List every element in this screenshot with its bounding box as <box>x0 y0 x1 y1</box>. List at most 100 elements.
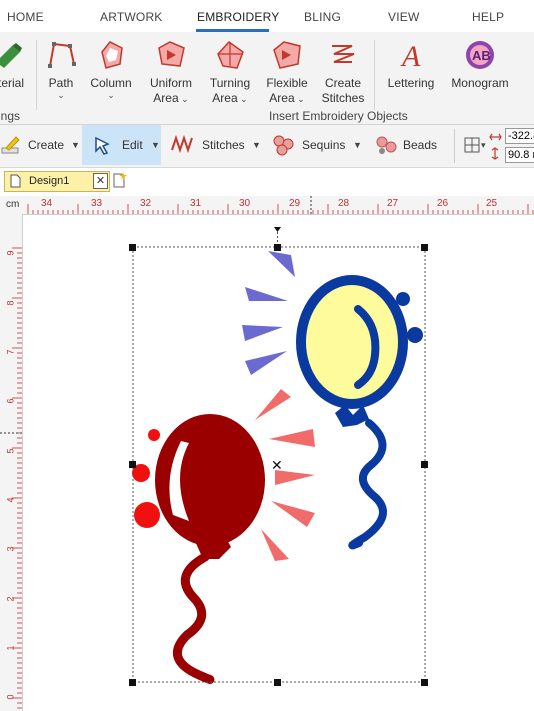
edit-tool[interactable]: Edit ▼ <box>82 125 161 165</box>
pink-ray <box>261 529 289 561</box>
pink-ray <box>271 501 315 527</box>
selection-handle-bottom[interactable] <box>274 679 281 686</box>
ribbon-separator <box>374 40 375 110</box>
uniform-area-button[interactable]: Uniform Area ⌄ <box>146 38 196 107</box>
lettering-icon: A <box>400 40 421 72</box>
menu-bling[interactable]: BLING <box>304 10 341 24</box>
design-canvas[interactable]: ✕ <box>23 215 534 711</box>
sequins-tool[interactable]: Sequins ▼ <box>268 125 364 165</box>
horizontal-ruler: cm 34 33 32 31 30 29 28 27 26 25 <box>0 196 534 215</box>
red-dot <box>134 502 160 528</box>
insert-embroidery-group-label: Insert Embroidery Objects <box>269 109 408 123</box>
stitches-dropdown-arrow[interactable]: ▼ <box>252 125 261 165</box>
ruler-unit-label: cm <box>6 199 20 210</box>
menu-artwork[interactable]: ARTWORK <box>100 10 163 24</box>
ruler-label: 9 <box>5 250 16 256</box>
flexible-area-label: Flexible <box>266 76 308 90</box>
turning-area-label: Turning <box>209 76 251 90</box>
close-tab-icon[interactable]: ✕ <box>93 173 108 189</box>
ruler-label: 30 <box>239 198 251 209</box>
beads-tool[interactable]: Beads <box>370 125 450 165</box>
menu-embroidery[interactable]: EMBROIDERY <box>197 10 279 24</box>
tab-design1[interactable]: Design1 ✕ <box>4 171 110 192</box>
vertical-ruler-ticks <box>0 247 22 709</box>
material-icon <box>0 43 22 68</box>
selection-handle-top-right[interactable] <box>421 244 428 251</box>
create-tool[interactable]: Create ▼ <box>0 125 80 165</box>
create-dropdown-arrow[interactable]: ▼ <box>71 125 80 165</box>
ruler-label: 3 <box>5 546 16 552</box>
monogram-icon: AB <box>466 41 494 69</box>
turning-area-icon <box>217 41 244 69</box>
yellow-balloon <box>296 275 408 409</box>
sequins-dropdown-arrow[interactable]: ▼ <box>353 125 362 165</box>
purple-ray <box>242 325 283 341</box>
ruler-label: 29 <box>289 198 301 209</box>
selection-handle-top[interactable] <box>274 244 281 251</box>
ruler-label: 4 <box>5 497 16 503</box>
uniform-area-label: Uniform <box>149 76 192 90</box>
selection-handle-bottom-left[interactable] <box>129 679 136 686</box>
grid-icon <box>464 137 480 153</box>
sequins-icon <box>273 135 294 156</box>
purple-ray <box>268 251 295 277</box>
embroidery-design[interactable]: ✕ <box>23 215 534 711</box>
sequins-label: Sequins <box>302 138 346 152</box>
create-stitches-button[interactable]: Create Stitches <box>318 38 368 106</box>
ruler-label: 32 <box>140 198 152 209</box>
create-stitches-label-2: Stitches <box>321 91 365 105</box>
menu-home[interactable]: HOME <box>7 10 44 24</box>
stitches-label: Stitches <box>202 138 245 152</box>
selection-handle-top-left[interactable] <box>129 244 136 251</box>
beads-icon <box>376 136 397 154</box>
menu-view[interactable]: VIEW <box>388 10 419 24</box>
edit-dropdown-arrow[interactable]: ▼ <box>151 125 160 165</box>
create-label: Create <box>28 138 65 152</box>
create-stitches-icon <box>332 45 355 63</box>
material-button[interactable]: terial <box>0 38 28 91</box>
beads-label: Beads <box>403 138 438 152</box>
height-field[interactable] <box>505 147 534 163</box>
selection-handle-right[interactable] <box>421 461 428 468</box>
center-marker-icon: ✕ <box>271 458 283 474</box>
tab-design1-label: Design1 <box>29 175 70 187</box>
selection-handle-bottom-right[interactable] <box>421 679 428 686</box>
width-field[interactable] <box>505 128 534 144</box>
path-button[interactable]: Path ⌄ <box>43 38 79 100</box>
document-tab-bar: Design1 ✕ <box>0 168 534 197</box>
blue-dot <box>396 292 410 306</box>
material-label: terial <box>0 76 24 90</box>
ribbon: terial ings Path ⌄ Column ⌄ Uniform Area… <box>0 32 534 125</box>
red-balloon-string <box>172 552 215 684</box>
lettering-button[interactable]: A Lettering <box>384 38 438 91</box>
monogram-button[interactable]: AB Monogram <box>447 38 513 91</box>
rotate-handle-icon[interactable] <box>274 227 281 232</box>
menu-help[interactable]: HELP <box>472 10 504 24</box>
ruler-label: 7 <box>5 349 16 355</box>
column-label: Column <box>90 76 132 90</box>
ruler-label: 2 <box>5 596 16 602</box>
grid-dropdown-arrow[interactable]: ▾ <box>481 125 486 165</box>
toolbar-separator <box>454 129 455 163</box>
column-button[interactable]: Column ⌄ <box>88 38 134 100</box>
flexible-area-button[interactable]: Flexible Area ⌄ <box>262 38 312 107</box>
chevron-down-icon: ⌄ <box>57 90 65 100</box>
uniform-area-icon <box>158 41 185 67</box>
ruler-label: 5 <box>5 448 16 454</box>
dimension-arrows-icon <box>489 133 502 160</box>
new-document-icon[interactable] <box>113 172 127 188</box>
edit-label: Edit <box>122 138 143 152</box>
purple-ray <box>245 287 288 301</box>
create-stitches-label: Create <box>324 76 362 90</box>
turning-area-label-2: Area <box>212 91 238 105</box>
stitches-tool[interactable]: Stitches ▼ <box>166 125 262 165</box>
selection-handle-left[interactable] <box>129 461 136 468</box>
pink-ray <box>269 429 315 447</box>
ruler-label: 6 <box>5 398 16 404</box>
grid-tool[interactable]: ▾ <box>462 125 490 165</box>
ruler-label: 1 <box>5 645 16 651</box>
pink-ray <box>255 389 291 420</box>
chevron-down-icon: ⌄ <box>107 90 115 100</box>
turning-area-button[interactable]: Turning Area ⌄ <box>206 38 254 107</box>
flexible-area-icon <box>273 41 301 69</box>
